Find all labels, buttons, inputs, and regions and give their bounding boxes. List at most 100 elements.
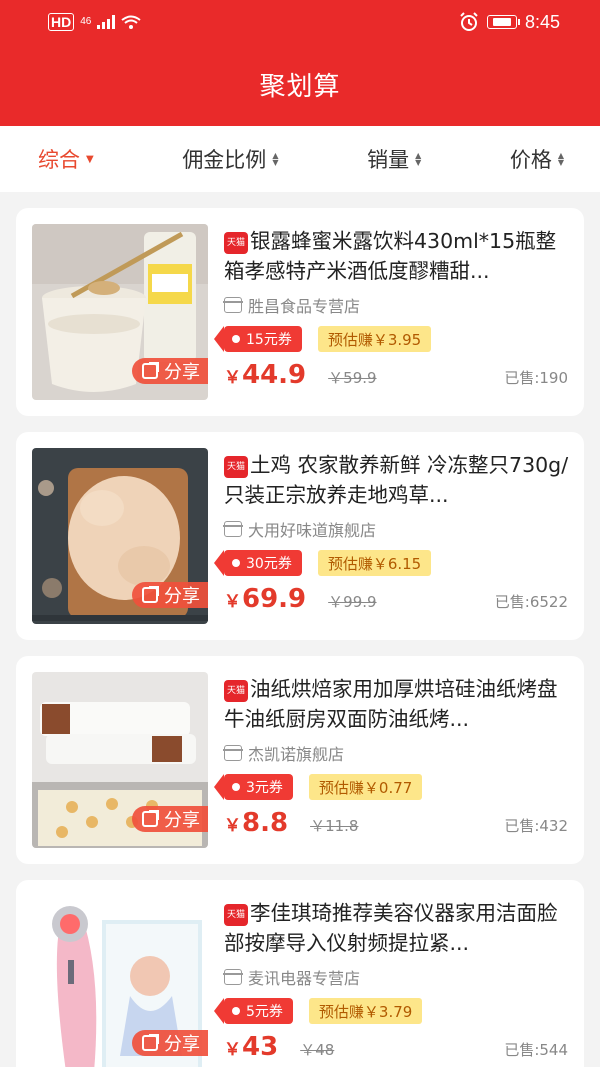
sold-count: 已售:6522 bbox=[494, 593, 568, 611]
shop-row[interactable]: 杰凯诺旗舰店 bbox=[223, 742, 574, 764]
original-price: ￥99.9 bbox=[328, 593, 377, 611]
product-info: 天猫 土鸡 农家散养新鲜 冷冻整只730g/只装正宗放养走地鸡草... 大用好味道… bbox=[214, 450, 574, 576]
share-button[interactable]: 分享 bbox=[132, 582, 208, 608]
coupon-label: 30元券 bbox=[246, 556, 292, 572]
alarm-icon bbox=[460, 12, 478, 31]
shop-icon bbox=[223, 969, 243, 985]
shop-row[interactable]: 大用好味道旗舰店 bbox=[223, 518, 574, 540]
filter-bar: 综合 ▼ 佣金比例 ▲ ▼ 销量 ▲ ▼ 价格 ▲ ▼ bbox=[0, 126, 600, 192]
price-row: ￥43 ￥48 已售:544 bbox=[224, 1032, 568, 1067]
sort-updown-icon: ▲ ▼ bbox=[557, 151, 564, 167]
product-title: 李佳琪琦推荐美容仪器家用洁面脸部按摩导入仪射频提拉紧... bbox=[224, 901, 558, 955]
filter-commission-ratio[interactable]: 佣金比例 ▲ ▼ bbox=[182, 144, 278, 174]
filter-comprehensive[interactable]: 综合 ▼ bbox=[38, 144, 94, 174]
estimated-earn-badge: 预估赚￥0.77 bbox=[308, 774, 423, 800]
coupon-hole bbox=[232, 335, 240, 343]
coupon-label: 5元券 bbox=[246, 1004, 283, 1020]
share-button[interactable]: 分享 bbox=[132, 358, 208, 384]
shop-icon bbox=[223, 745, 243, 761]
product-title: 土鸡 农家散养新鲜 冷冻整只730g/只装正宗放养走地鸡草... bbox=[224, 453, 569, 507]
coupon-label: 3元券 bbox=[246, 780, 283, 796]
product-title: 银露蜂蜜米露饮料430ml*15瓶整箱孝感特产米酒低度醪糟甜... bbox=[224, 229, 557, 283]
share-icon bbox=[142, 362, 159, 379]
filter-label: 佣金比例 bbox=[182, 148, 267, 172]
signal-icon bbox=[97, 15, 116, 29]
product-info: 天猫 李佳琪琦推荐美容仪器家用洁面脸部按摩导入仪射频提拉紧... 麦讯电器专营店 … bbox=[214, 898, 574, 1024]
product-name[interactable]: 天猫 油纸烘焙家用加厚烘培硅油纸烤盘牛油纸厨房双面防油纸烤... bbox=[224, 674, 574, 734]
page-title: 聚划算 bbox=[259, 71, 341, 102]
sort-updown-icon: ▲ ▼ bbox=[272, 151, 279, 167]
shop-row[interactable]: 胜昌食品专营店 bbox=[223, 294, 574, 316]
status-left: HD 46 bbox=[48, 13, 141, 31]
product-card[interactable]: 分享 天猫 油纸烘焙家用加厚烘培硅油纸烤盘牛油纸厨房双面防油纸烤... 杰凯诺旗舰… bbox=[16, 656, 584, 864]
tmall-tag: 天猫 bbox=[224, 680, 249, 702]
original-price: ￥59.9 bbox=[328, 369, 377, 387]
filter-label: 价格 bbox=[509, 148, 552, 172]
coupon-badge[interactable]: 3元券 bbox=[214, 774, 293, 800]
yen-symbol: ￥ bbox=[224, 816, 241, 836]
sort-updown-icon: ▲ ▼ bbox=[415, 151, 422, 167]
product-image[interactable]: 分享 bbox=[32, 672, 208, 848]
product-name[interactable]: 天猫 银露蜂蜜米露饮料430ml*15瓶整箱孝感特产米酒低度醪糟甜... bbox=[224, 226, 574, 286]
share-label: 分享 bbox=[164, 586, 200, 607]
coupon-hole bbox=[232, 783, 240, 791]
current-price: ￥8.8 bbox=[224, 808, 288, 838]
shop-row[interactable]: 麦讯电器专营店 bbox=[223, 966, 574, 988]
shop-icon bbox=[223, 521, 243, 537]
coupon-badge[interactable]: 30元券 bbox=[214, 550, 302, 576]
badges-row: 30元券 预估赚￥6.15 bbox=[214, 550, 574, 576]
filter-label: 综合 bbox=[38, 148, 80, 172]
product-info: 天猫 油纸烘焙家用加厚烘培硅油纸烤盘牛油纸厨房双面防油纸烤... 杰凯诺旗舰店 3… bbox=[214, 674, 574, 800]
sold-count: 已售:544 bbox=[504, 1041, 568, 1059]
shop-icon bbox=[223, 297, 243, 313]
product-image[interactable]: 分享 bbox=[32, 896, 208, 1067]
share-label: 分享 bbox=[164, 1034, 200, 1055]
product-name[interactable]: 天猫 土鸡 农家散养新鲜 冷冻整只730g/只装正宗放养走地鸡草... bbox=[224, 450, 574, 510]
price-value: 69.9 bbox=[242, 584, 307, 614]
sold-count: 已售:432 bbox=[504, 817, 568, 835]
shop-name: 大用好味道旗舰店 bbox=[248, 521, 377, 540]
battery-icon bbox=[486, 15, 520, 29]
badges-row: 5元券 预估赚￥3.79 bbox=[214, 998, 574, 1024]
current-price: ￥44.9 bbox=[224, 360, 306, 390]
coupon-hole bbox=[232, 1007, 240, 1015]
estimated-earn-badge: 预估赚￥3.95 bbox=[317, 326, 432, 352]
share-icon bbox=[142, 586, 159, 603]
tmall-tag: 天猫 bbox=[224, 904, 249, 926]
product-card[interactable]: 分享 天猫 银露蜂蜜米露饮料430ml*15瓶整箱孝感特产米酒低度醪糟甜... 胜… bbox=[16, 208, 584, 416]
share-button[interactable]: 分享 bbox=[132, 806, 208, 832]
product-image[interactable]: 分享 bbox=[32, 448, 208, 624]
filter-sales[interactable]: 销量 ▲ ▼ bbox=[367, 144, 421, 174]
product-name[interactable]: 天猫 李佳琪琦推荐美容仪器家用洁面脸部按摩导入仪射频提拉紧... bbox=[224, 898, 574, 958]
share-label: 分享 bbox=[164, 362, 200, 383]
product-card[interactable]: 分享 天猫 土鸡 农家散养新鲜 冷冻整只730g/只装正宗放养走地鸡草... 大用… bbox=[16, 432, 584, 640]
coupon-hole bbox=[232, 559, 240, 567]
app-header: HD 46 8:45 聚划算 bbox=[0, 0, 600, 126]
estimated-earn-badge: 预估赚￥3.79 bbox=[308, 998, 423, 1024]
coupon-badge[interactable]: 5元券 bbox=[214, 998, 293, 1024]
price-value: 44.9 bbox=[242, 360, 307, 390]
product-card[interactable]: 分享 天猫 李佳琪琦推荐美容仪器家用洁面脸部按摩导入仪射频提拉紧... 麦讯电器专… bbox=[16, 880, 584, 1067]
tmall-tag: 天猫 bbox=[224, 232, 249, 254]
hd-badge: HD bbox=[48, 13, 75, 31]
wifi-icon bbox=[121, 15, 141, 29]
product-title: 油纸烘焙家用加厚烘培硅油纸烤盘牛油纸厨房双面防油纸烤... bbox=[224, 677, 558, 731]
coupon-badge[interactable]: 15元券 bbox=[214, 326, 302, 352]
network-type: 46 bbox=[80, 16, 92, 27]
product-image[interactable]: 分享 bbox=[32, 224, 208, 400]
tmall-tag: 天猫 bbox=[224, 456, 249, 478]
current-price: ￥43 bbox=[224, 1032, 278, 1062]
estimated-earn-badge: 预估赚￥6.15 bbox=[317, 550, 432, 576]
clock: 8:45 bbox=[524, 11, 560, 32]
price-row: ￥44.9 ￥59.9 已售:190 bbox=[224, 360, 568, 396]
share-label: 分享 bbox=[164, 810, 200, 831]
status-bar: HD 46 8:45 bbox=[0, 0, 600, 44]
shop-name: 杰凯诺旗舰店 bbox=[248, 745, 345, 764]
shop-name: 麦讯电器专营店 bbox=[248, 969, 361, 988]
badges-row: 3元券 预估赚￥0.77 bbox=[214, 774, 574, 800]
filter-price[interactable]: 价格 ▲ ▼ bbox=[510, 144, 564, 174]
current-price: ￥69.9 bbox=[224, 584, 306, 614]
original-price: ￥11.8 bbox=[310, 817, 359, 835]
yen-symbol: ￥ bbox=[224, 1040, 241, 1060]
share-button[interactable]: 分享 bbox=[132, 1030, 208, 1056]
